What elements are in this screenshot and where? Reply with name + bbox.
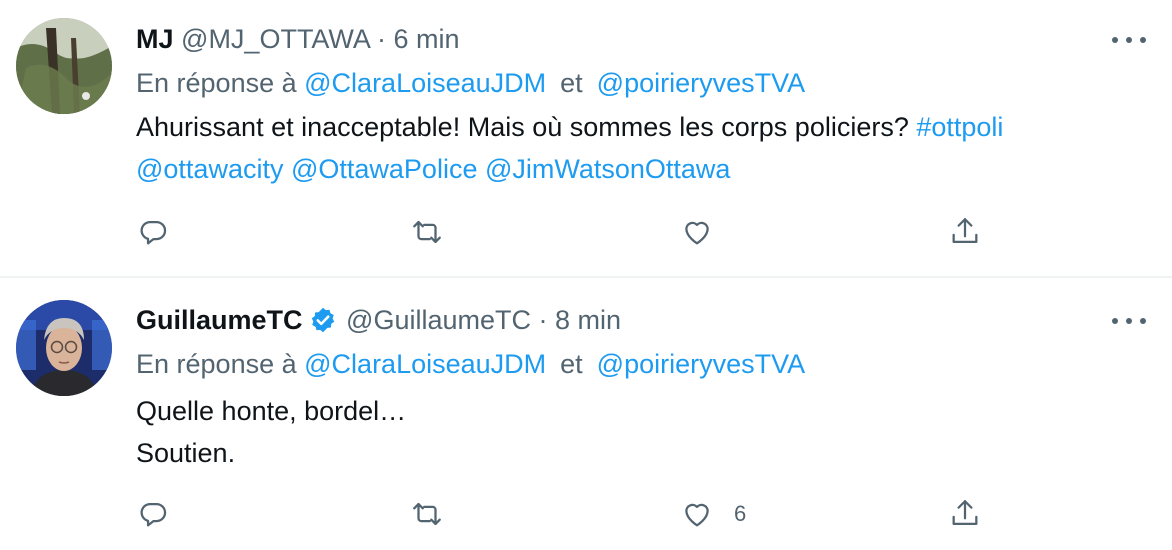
verified-badge-icon: [311, 307, 334, 333]
tweet[interactable]: MJ @MJ_OTTAWA · 6 min En réponse à @Clar…: [0, 0, 1172, 276]
more-icon[interactable]: [1112, 311, 1146, 331]
tweet-text: Quelle honte, bordel… Soutien.: [136, 390, 406, 474]
reply-mention[interactable]: @ClaraLoiseauJDM: [304, 349, 546, 379]
tweet-header: MJ @MJ_OTTAWA · 6 min: [136, 22, 460, 56]
reply-icon: [140, 220, 167, 245]
retweet-icon: [413, 220, 441, 244]
retweet-button[interactable]: [410, 494, 444, 534]
separator-dot: ·: [376, 24, 386, 54]
reply-joiner: et: [560, 349, 583, 379]
tweet-actions: 6: [0, 494, 1172, 534]
user-handle[interactable]: @GuillaumeTC: [346, 305, 531, 335]
reply-mention[interactable]: @poirieryvesTVA: [597, 349, 805, 379]
avatar[interactable]: [16, 18, 112, 114]
tweet-text-line: @ottawacity @OttawaPolice @JimWatsonOtta…: [136, 148, 1003, 190]
reply-button[interactable]: [136, 494, 170, 534]
retweet-icon: [413, 502, 441, 526]
share-button[interactable]: [948, 494, 982, 534]
reply-prefix: En réponse à: [136, 68, 297, 98]
like-count: 6: [734, 501, 747, 526]
tweet-header: GuillaumeTC @GuillaumeTC · 8 min: [136, 303, 621, 337]
share-button[interactable]: [948, 212, 982, 252]
tweet[interactable]: GuillaumeTC @GuillaumeTC · 8 min En répo…: [0, 278, 1172, 550]
retweet-button[interactable]: [410, 212, 444, 252]
hashtag-link[interactable]: #ottpoli: [916, 112, 1003, 142]
heart-icon: [685, 503, 709, 527]
reply-icon: [140, 502, 167, 527]
reply-button[interactable]: [136, 212, 170, 252]
reply-context: En réponse à @ClaraLoiseauJDM et @poiriery…: [136, 347, 805, 381]
like-button[interactable]: 6: [680, 494, 746, 534]
like-button[interactable]: [680, 212, 734, 252]
tweet-text-line: Soutien.: [136, 438, 236, 468]
reply-context: En réponse à @ClaraLoiseauJDM et @poiriery…: [136, 66, 805, 100]
reply-mention[interactable]: @poirieryvesTVA: [597, 68, 805, 98]
avatar[interactable]: [16, 300, 112, 396]
reply-prefix: En réponse à: [136, 349, 297, 379]
user-handle[interactable]: @MJ_OTTAWA: [181, 24, 369, 54]
share-icon: [952, 218, 978, 244]
reply-joiner: et: [560, 68, 583, 98]
mention-link[interactable]: @JimWatsonOttawa: [485, 154, 730, 184]
heart-icon: [685, 221, 709, 245]
display-name[interactable]: GuillaumeTC: [136, 305, 303, 335]
display-name[interactable]: MJ: [136, 24, 174, 54]
tweet-actions: [0, 212, 1172, 252]
reply-mention[interactable]: @ClaraLoiseauJDM: [304, 68, 546, 98]
tweet-text-line: Quelle honte, bordel…: [136, 396, 407, 426]
more-icon[interactable]: [1112, 30, 1146, 50]
timestamp[interactable]: 8 min: [555, 305, 621, 335]
mention-link[interactable]: @ottawacity: [136, 154, 283, 184]
share-icon: [952, 500, 978, 526]
tweet-text: Ahurissant et inacceptable! Mais où somm…: [136, 106, 1003, 190]
timestamp[interactable]: 6 min: [393, 24, 459, 54]
separator-dot: ·: [538, 305, 548, 335]
tweet-text-segment: Ahurissant et inacceptable! Mais où somm…: [136, 112, 917, 142]
tweet-text-line: Ahurissant et inacceptable! Mais où somm…: [136, 106, 1003, 148]
mention-link[interactable]: @OttawaPolice: [291, 154, 477, 184]
